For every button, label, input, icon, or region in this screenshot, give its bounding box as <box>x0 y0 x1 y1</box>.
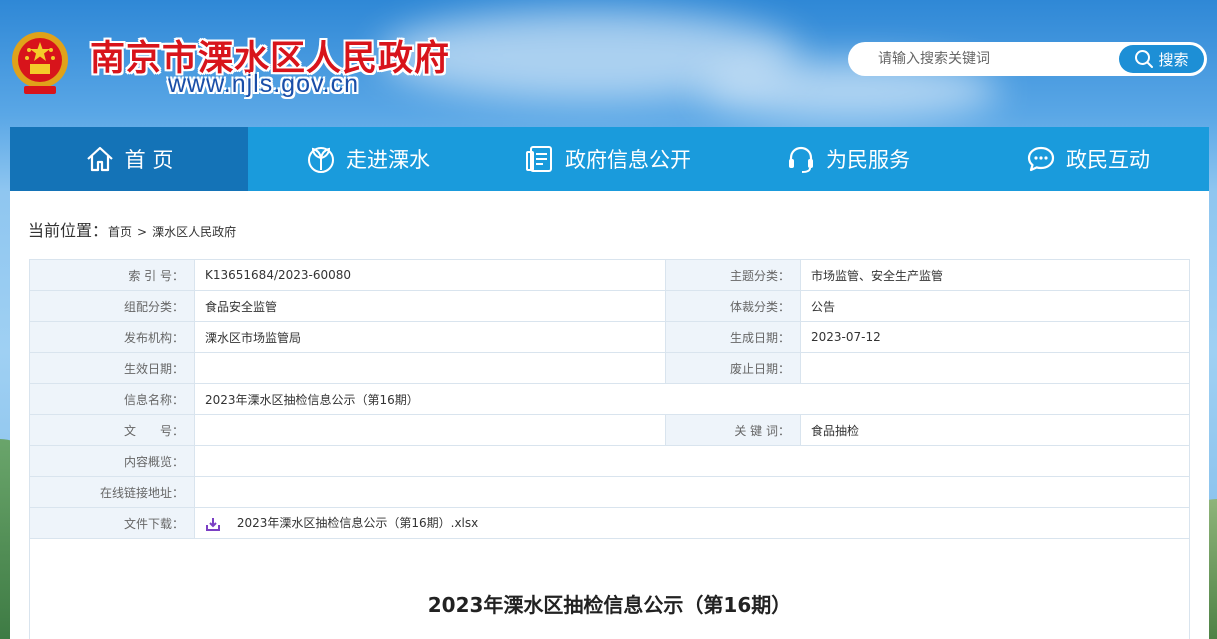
meta-value <box>194 414 666 446</box>
table-row: 发布机构： 溧水区市场监管局 生成日期： 2023-07-12 <box>29 321 1190 353</box>
chat-icon <box>1027 146 1055 172</box>
search-input[interactable] <box>862 42 1112 76</box>
table-row: 在线链接地址： <box>29 476 1190 508</box>
search-button[interactable]: 搜索 <box>1119 45 1204 73</box>
nav-item-services[interactable]: 为民服务 <box>728 127 968 191</box>
article-title: 2023年溧水区抽检信息公示（第16期） <box>427 593 792 617</box>
site-header: 南京市溧水区人民政府 www.njls.gov.cn 搜索 <box>0 0 1217 127</box>
breadcrumb-label: 当前位置： <box>28 221 109 240</box>
meta-key: 生成日期： <box>665 321 801 353</box>
meta-key: 发布机构： <box>29 321 195 353</box>
breadcrumb-gov[interactable]: 溧水区人民政府 <box>152 223 236 240</box>
meta-value: 食品抽检 <box>800 414 1190 446</box>
table-row: 索 引 号： K13651684/2023-60080 主题分类： 市场监管、安… <box>29 259 1190 291</box>
meta-value <box>800 352 1190 384</box>
nav-item-label: 走进溧水 <box>346 148 430 172</box>
table-row: 信息名称： 2023年溧水区抽检信息公示（第16期） <box>29 383 1190 415</box>
table-row: 文件下载： 2023年溧水区抽检信息公示（第16期）.xlsx <box>29 507 1190 539</box>
document-icon <box>526 146 552 172</box>
nav-item-label: 为民服务 <box>826 148 910 172</box>
meta-key: 体裁分类： <box>665 290 801 322</box>
meta-key: 主题分类： <box>665 259 801 291</box>
nav-item-interaction[interactable]: 政民互动 <box>968 127 1208 191</box>
nav-item-label: 政民互动 <box>1066 148 1150 172</box>
breadcrumb-separator: > <box>137 225 148 239</box>
meta-value <box>194 445 1190 477</box>
meta-key: 废止日期： <box>665 352 801 384</box>
breadcrumb-home[interactable]: 首页 <box>108 223 132 240</box>
meta-value: 公告 <box>800 290 1190 322</box>
national-emblem-icon <box>12 32 68 94</box>
search-button-label: 搜索 <box>1158 50 1189 69</box>
meta-value: K13651684/2023-60080 <box>194 259 666 291</box>
nav-item-label: 政府信息公开 <box>565 148 691 172</box>
nav-item-label: 首 页 <box>124 148 174 172</box>
meta-key: 文件下载： <box>29 507 195 539</box>
search-icon <box>1135 50 1154 68</box>
nav-item-gov-info[interactable]: 政府信息公开 <box>488 127 728 191</box>
meta-value: 食品安全监管 <box>194 290 666 322</box>
site-url: www.njls.gov.cn <box>168 70 359 98</box>
main-content: 当前位置： 首页 > 溧水区人民政府 索 引 号： K13651684/2023… <box>10 191 1209 639</box>
meta-key: 关 键 词： <box>665 414 801 446</box>
meta-key: 信息名称： <box>29 383 195 415</box>
meta-key: 文 号： <box>29 414 195 446</box>
meta-value <box>194 352 666 384</box>
table-row: 文 号： 关 键 词： 食品抽检 <box>29 414 1190 446</box>
meta-value: 2023-07-12 <box>800 321 1190 353</box>
table-row: 生效日期： 废止日期： <box>29 352 1190 384</box>
meta-value: 市场监管、安全生产监管 <box>800 259 1190 291</box>
table-row: 组配分类： 食品安全监管 体裁分类： 公告 <box>29 290 1190 322</box>
home-icon <box>86 146 113 172</box>
download-file-link[interactable]: 2023年溧水区抽检信息公示（第16期）.xlsx <box>237 516 478 530</box>
leaf-icon <box>308 147 334 173</box>
nav-item-about[interactable]: 走进溧水 <box>248 127 488 191</box>
meta-value <box>194 476 1190 508</box>
table-row: 内容概览： <box>29 445 1190 477</box>
info-meta-table: 索 引 号： K13651684/2023-60080 主题分类： 市场监管、安… <box>29 259 1190 539</box>
meta-value: 2023年溧水区抽检信息公示（第16期） <box>194 383 1190 415</box>
meta-key: 在线链接地址： <box>29 476 195 508</box>
headset-icon <box>789 146 813 173</box>
meta-key: 内容概览： <box>29 445 195 477</box>
main-nav: 首 页 走进溧水 政府信息公开 为民服务 政民互动 <box>10 127 1209 191</box>
download-cell: 2023年溧水区抽检信息公示（第16期）.xlsx <box>194 507 1190 539</box>
meta-key: 生效日期： <box>29 352 195 384</box>
meta-key: 索 引 号： <box>29 259 195 291</box>
breadcrumb: 当前位置： 首页 > 溧水区人民政府 <box>28 217 236 241</box>
meta-key: 组配分类： <box>29 290 195 322</box>
nav-item-home[interactable]: 首 页 <box>10 127 248 191</box>
meta-value: 溧水区市场监管局 <box>194 321 666 353</box>
download-icon[interactable] <box>205 516 221 532</box>
search-box: 搜索 <box>848 42 1207 76</box>
